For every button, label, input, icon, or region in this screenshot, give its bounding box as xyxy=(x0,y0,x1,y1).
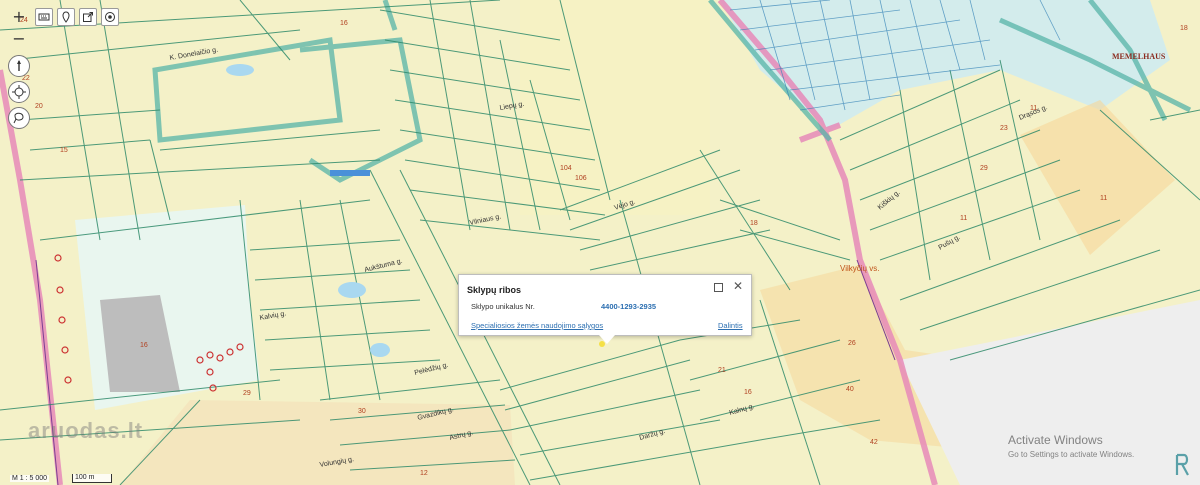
keyboard-tool-button[interactable] xyxy=(35,8,53,26)
marker-tool-button[interactable] xyxy=(57,8,75,26)
svg-text:20: 20 xyxy=(35,103,43,110)
svg-text:18: 18 xyxy=(1180,25,1188,32)
export-icon xyxy=(83,12,93,22)
locate-button[interactable] xyxy=(8,81,30,103)
activate-windows-subtitle: Go to Settings to activate Windows. xyxy=(1008,450,1135,459)
map-scale-ratio: M 1 : 5 000 xyxy=(10,475,50,482)
parcel-info-popup: Sklypų ribos ✕ Sklypo unikalus Nr. 4400-… xyxy=(458,274,752,344)
map-scale-bar: 100 m xyxy=(72,474,112,483)
lasso-icon xyxy=(13,112,24,124)
popup-title: Sklypų ribos xyxy=(467,285,522,295)
area-select-button[interactable] xyxy=(8,107,30,129)
svg-text:29: 29 xyxy=(980,165,988,172)
share-link[interactable]: Dalintis xyxy=(718,321,743,330)
close-icon[interactable]: ✕ xyxy=(733,279,743,293)
svg-text:16: 16 xyxy=(744,389,752,396)
maximize-icon[interactable] xyxy=(714,283,723,292)
svg-text:23: 23 xyxy=(1000,125,1008,132)
target-tool-button[interactable] xyxy=(101,8,119,26)
north-arrow-button[interactable] xyxy=(8,55,30,77)
svg-text:15: 15 xyxy=(60,147,68,154)
zoom-out-button[interactable]: − xyxy=(10,30,28,48)
cadastral-map[interactable]: 242220 151629 302640 422116 1216104 1061… xyxy=(0,0,1200,485)
parcel-id-value: 4400-1293-2935 xyxy=(601,302,657,311)
compass-icon xyxy=(17,60,21,71)
svg-text:11: 11 xyxy=(1100,195,1107,202)
target-icon xyxy=(105,12,115,22)
svg-text:11: 11 xyxy=(960,215,967,222)
marker-icon xyxy=(62,11,70,23)
svg-text:104: 104 xyxy=(560,165,572,172)
svg-text:18: 18 xyxy=(750,220,758,227)
activate-windows-title: Activate Windows xyxy=(1008,433,1103,447)
svg-text:42: 42 xyxy=(870,439,878,446)
crosshair-icon xyxy=(12,85,26,99)
svg-text:106: 106 xyxy=(575,175,587,182)
svg-text:26: 26 xyxy=(848,340,856,347)
keyboard-icon xyxy=(38,13,50,21)
parcel-id-label: Sklypo unikalus Nr. xyxy=(471,302,535,311)
export-tool-button[interactable] xyxy=(79,8,97,26)
aruodas-watermark: aruodas.lt xyxy=(28,418,144,443)
svg-text:Vilkyčių vs.: Vilkyčių vs. xyxy=(840,264,879,273)
svg-text:12: 12 xyxy=(420,470,428,477)
svg-text:16: 16 xyxy=(140,342,148,349)
zoom-in-button[interactable]: + xyxy=(10,8,28,26)
svg-text:29: 29 xyxy=(243,390,251,397)
svg-text:40: 40 xyxy=(846,386,854,393)
svg-text:30: 30 xyxy=(358,408,366,415)
memelhaus-logo: MEMELHAUS xyxy=(1112,52,1166,61)
special-conditions-link[interactable]: Specialiosios žemės naudojimo sąlygos xyxy=(471,321,603,330)
svg-text:21: 21 xyxy=(718,367,726,374)
svg-text:16: 16 xyxy=(340,20,348,27)
r-logo-icon xyxy=(1175,453,1189,476)
